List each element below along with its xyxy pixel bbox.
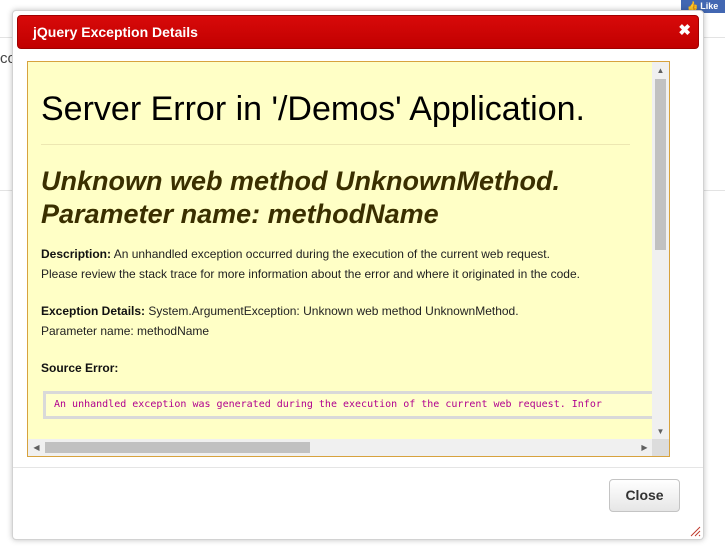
description-text-line1: An unhandled exception occurred during t… xyxy=(111,247,550,261)
exception-details-paragraph: Exception Details: System.ArgumentExcept… xyxy=(41,301,640,341)
description-paragraph: Description: An unhandled exception occu… xyxy=(41,244,640,284)
like-label: Like xyxy=(700,1,719,11)
error-subheading-line1: Unknown web method UnknownMethod. xyxy=(41,166,560,196)
source-error-label: Source Error: xyxy=(41,361,119,375)
vertical-scrollbar[interactable]: ▲ ▼ xyxy=(652,62,669,440)
error-subheading-line2: Parameter name: methodName xyxy=(41,199,439,229)
exception-dialog: jQuery Exception Details ✖ Server Error … xyxy=(12,10,704,540)
exception-details-line1: System.ArgumentException: Unknown web me… xyxy=(145,304,519,318)
exception-details-label: Exception Details: xyxy=(41,304,146,318)
close-button[interactable]: Close xyxy=(609,479,680,512)
triangle-down-icon[interactable]: ▼ xyxy=(652,423,669,440)
error-content: Server Error in '/Demos' Application. Un… xyxy=(28,62,653,440)
dialog-title: jQuery Exception Details xyxy=(33,24,198,40)
dialog-titlebar[interactable]: jQuery Exception Details ✖ xyxy=(17,15,699,49)
error-heading: Server Error in '/Demos' Application. xyxy=(41,90,585,128)
triangle-right-icon[interactable]: ▶ xyxy=(636,439,653,456)
source-code-box: An unhandled exception was generated dur… xyxy=(43,391,669,419)
heading-separator xyxy=(41,144,630,145)
horizontal-scrollbar[interactable]: ◀ ▶ xyxy=(28,439,653,456)
close-icon[interactable]: ✖ xyxy=(678,23,691,39)
description-label: Description: xyxy=(41,247,112,261)
scrollbar-corner xyxy=(652,439,669,456)
error-content-frame: Server Error in '/Demos' Application. Un… xyxy=(27,61,670,457)
vertical-scroll-thumb[interactable] xyxy=(655,79,666,250)
resize-grip-icon[interactable] xyxy=(689,525,701,537)
error-subheading: Unknown web method UnknownMethod. Parame… xyxy=(41,165,640,231)
source-code-text: An unhandled exception was generated dur… xyxy=(54,399,602,410)
description-text-line2: Please review the stack trace for more i… xyxy=(41,267,580,281)
source-error-paragraph: Source Error: xyxy=(41,358,640,378)
exception-details-line2: Parameter name: methodName xyxy=(41,324,210,338)
footer-divider xyxy=(13,467,703,468)
triangle-up-icon[interactable]: ▲ xyxy=(652,62,669,79)
horizontal-scroll-thumb[interactable] xyxy=(45,442,310,453)
triangle-left-icon[interactable]: ◀ xyxy=(28,439,45,456)
